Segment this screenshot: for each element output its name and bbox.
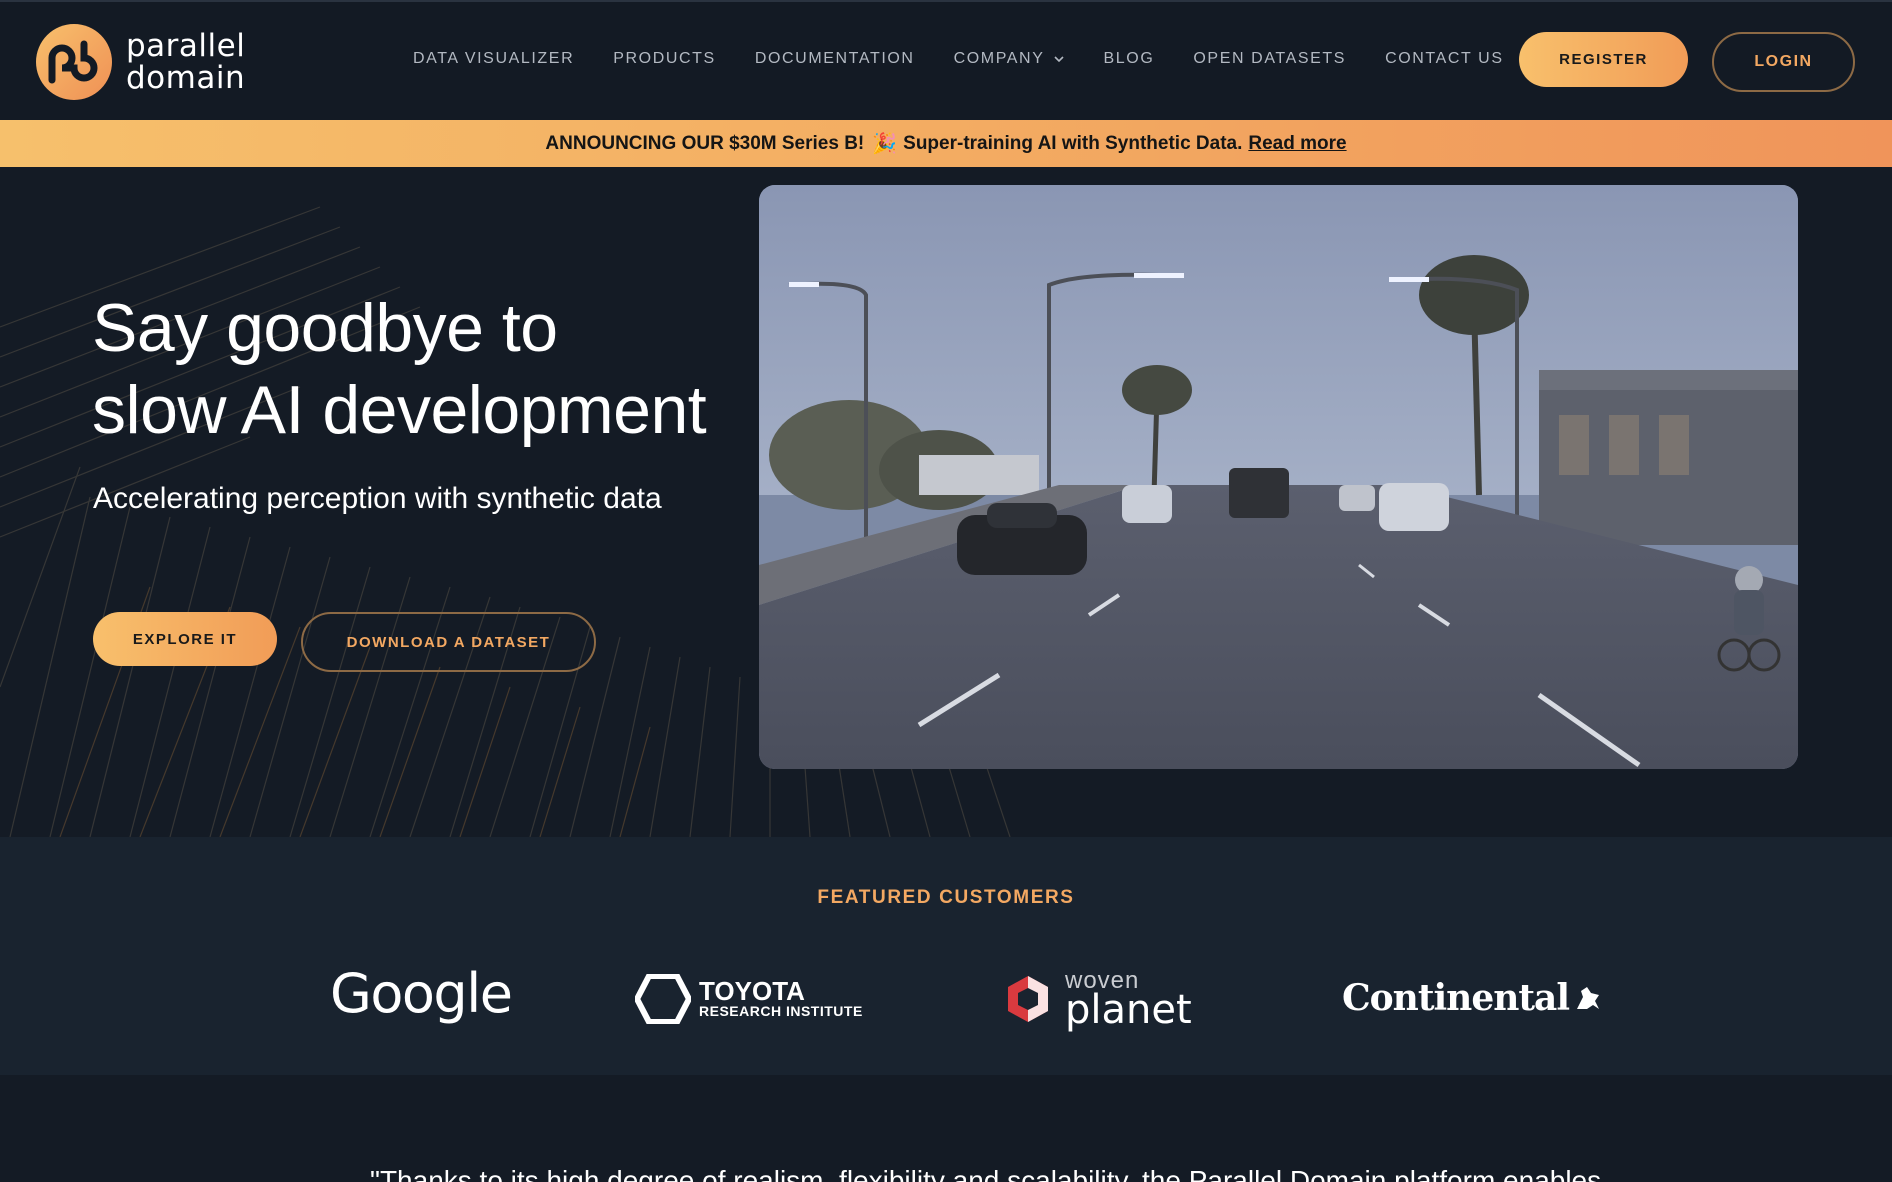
- explore-it-button[interactable]: EXPLORE IT: [93, 612, 277, 666]
- featured-customers-title: FEATURED CUSTOMERS: [817, 887, 1075, 908]
- party-popper-icon: 🎉: [872, 133, 898, 155]
- brand-line-1: parallel: [126, 28, 246, 64]
- brand-wordmark: parallel domain: [126, 30, 245, 94]
- download-dataset-button[interactable]: DOWNLOAD A DATASET: [301, 612, 596, 672]
- announcement-banner: ANNOUNCING OUR $30M Series B! 🎉 Super-tr…: [0, 120, 1892, 167]
- nav-link-documentation[interactable]: DOCUMENTATION: [755, 50, 915, 68]
- testimonial-section: "Thanks to its high degree of realism, f…: [0, 1075, 1892, 1182]
- featured-customers-section: FEATURED CUSTOMERS Google TOYOTA RESEARC…: [0, 837, 1892, 1075]
- parallel-domain-logo-icon: [36, 24, 112, 100]
- hero-section: Say goodbye to slow AI development Accel…: [0, 167, 1892, 837]
- street-scene-illustration: [759, 185, 1798, 769]
- toyota-research-logo: TOYOTA RESEARCH INSTITUTE: [635, 974, 863, 1024]
- banner-read-more-link[interactable]: Read more: [1248, 133, 1346, 155]
- nav-link-open-datasets[interactable]: OPEN DATASETS: [1193, 50, 1346, 68]
- hero-title-line-2: slow AI development: [92, 372, 707, 448]
- brand-logo[interactable]: parallel domain: [34, 22, 254, 102]
- google-logo: Google: [330, 962, 513, 1025]
- continental-logo: Continental: [1342, 977, 1603, 1019]
- banner-text: ANNOUNCING OUR $30M Series B!: [545, 132, 865, 154]
- register-button[interactable]: REGISTER: [1519, 32, 1688, 87]
- horse-icon: [1577, 987, 1600, 1009]
- continental-wordmark: Continental: [1342, 977, 1570, 1019]
- nav-link-company[interactable]: COMPANY: [954, 50, 1065, 68]
- top-navigation: parallel domain DATA VISUALIZER PRODUCTS…: [0, 0, 1892, 120]
- nav-link-blog[interactable]: BLOG: [1104, 50, 1155, 68]
- woven-planet-logo: woven planet: [1003, 969, 1192, 1033]
- chevron-down-icon: [1053, 56, 1064, 63]
- testimonial-quote: "Thanks to its high degree of realism, f…: [370, 1165, 1602, 1182]
- hero-title-line-1: Say goodbye to: [92, 290, 558, 366]
- nav-link-data-visualizer[interactable]: DATA VISUALIZER: [413, 50, 574, 68]
- toyota-line-1: TOYOTA: [699, 976, 805, 1006]
- hero-subtitle: Accelerating perception with synthetic d…: [93, 482, 662, 515]
- login-button[interactable]: LOGIN: [1712, 32, 1855, 92]
- hero-title: Say goodbye to slow AI development: [92, 287, 792, 451]
- nav-links: DATA VISUALIZER PRODUCTS DOCUMENTATION C…: [413, 50, 1543, 68]
- banner-text-2: Super-training AI with Synthetic Data.: [903, 132, 1243, 154]
- toyota-emblem-icon: [635, 974, 691, 1024]
- brand-line-2: domain: [126, 60, 246, 96]
- hero-street-scene-image: [759, 185, 1798, 769]
- nav-link-contact-us[interactable]: CONTACT US: [1385, 50, 1504, 68]
- woven-planet-emblem-icon: [1008, 976, 1048, 1022]
- nav-link-company-label: COMPANY: [953, 50, 1045, 67]
- nav-link-products[interactable]: PRODUCTS: [613, 50, 716, 68]
- toyota-line-2: RESEARCH INSTITUTE: [699, 1003, 863, 1019]
- woven-line-2: planet: [1065, 987, 1192, 1033]
